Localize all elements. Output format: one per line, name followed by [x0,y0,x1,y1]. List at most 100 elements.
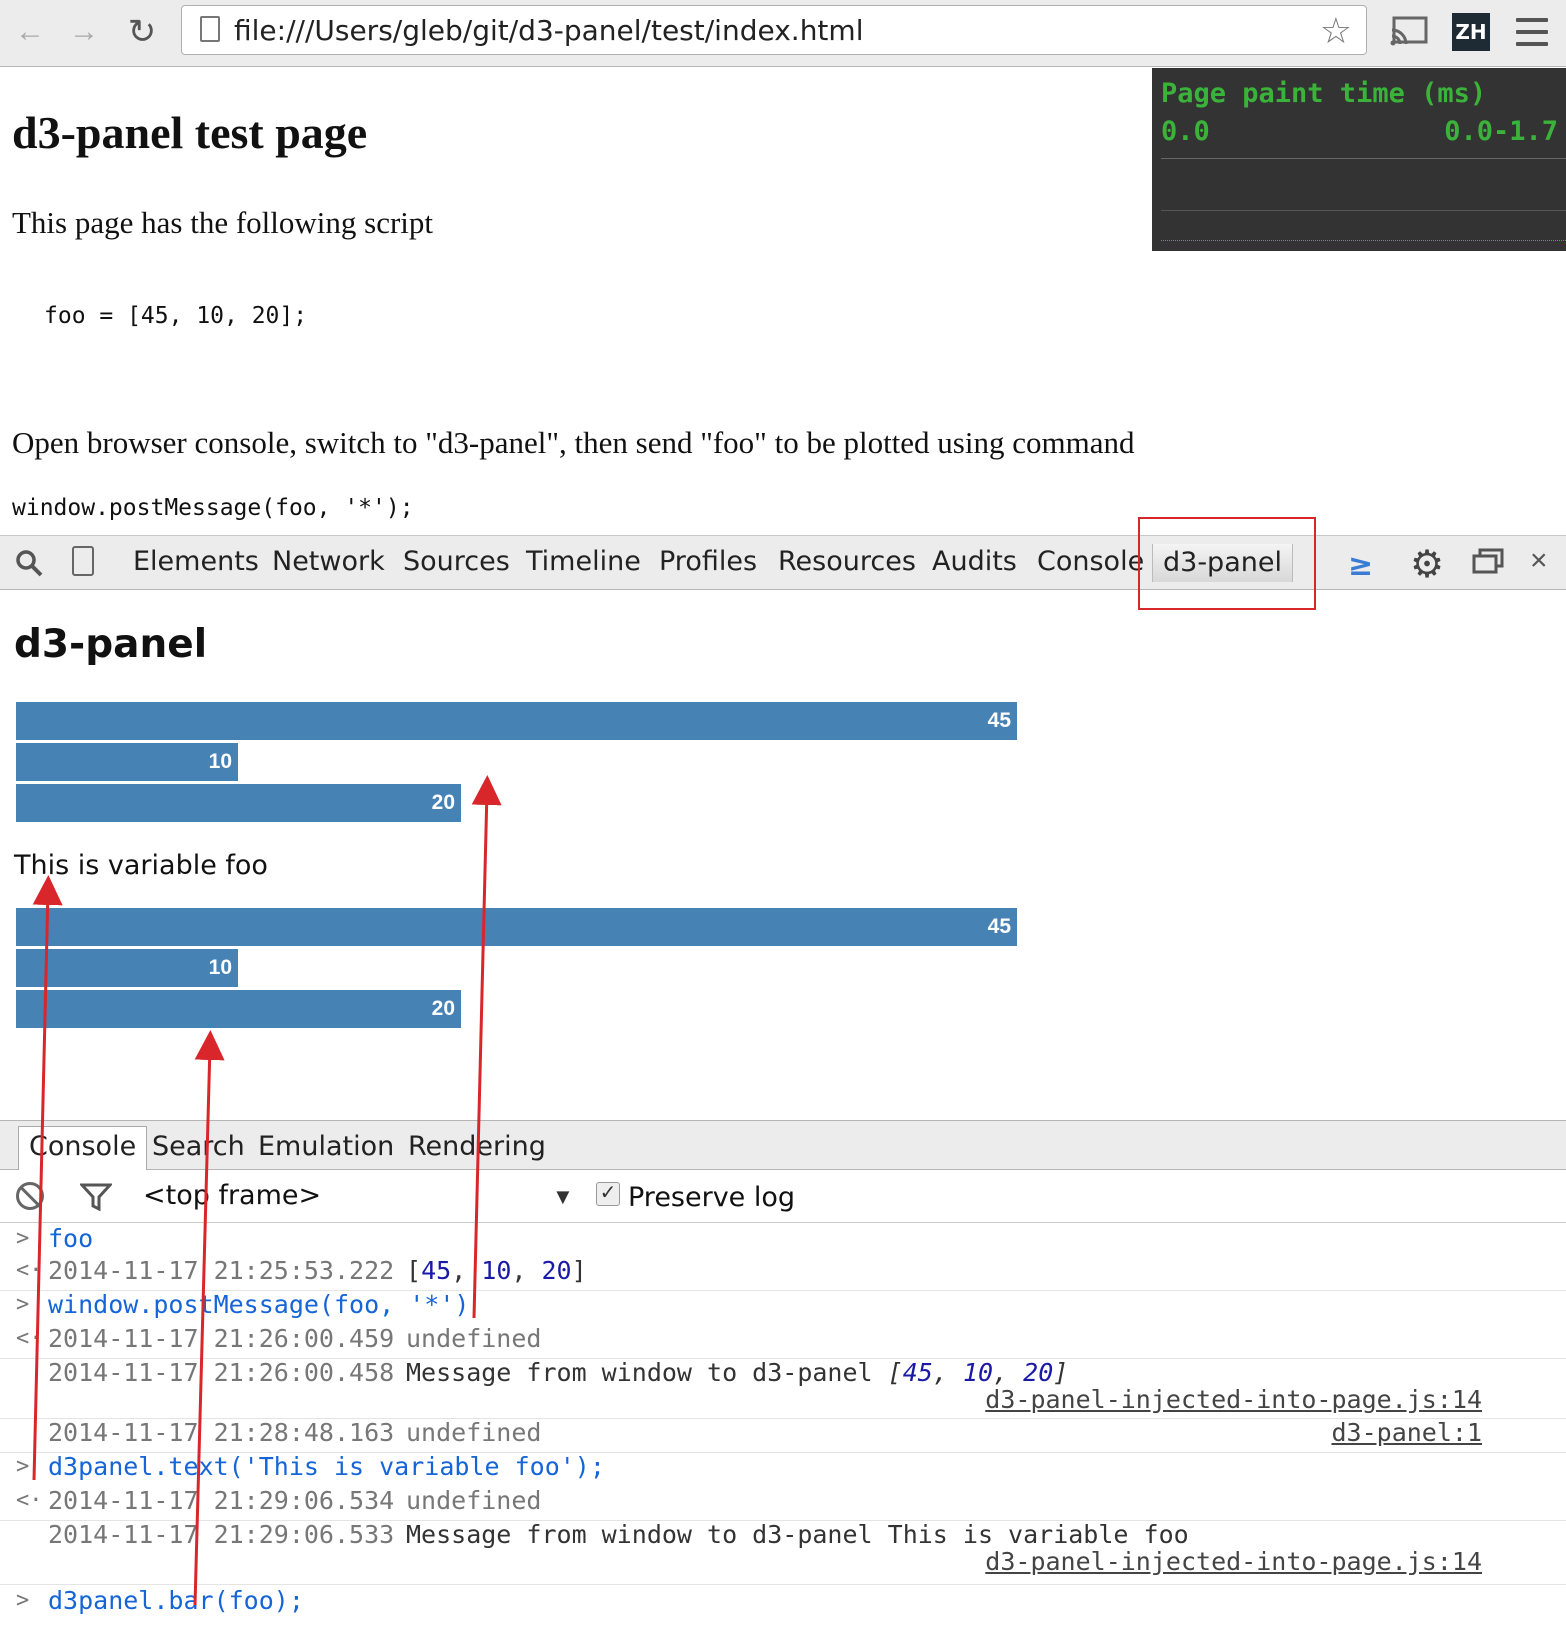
menu-icon[interactable] [1516,18,1548,46]
tab-sources[interactable]: Sources [403,546,510,577]
page-icon [200,16,220,42]
input-prompt-icon: > [16,1588,30,1613]
console-timestamp: 2014-11-17 21:25:53.222 [48,1256,395,1285]
d3-panel-text: This is variable foo [14,850,268,881]
console-filter-bar: <top frame> ▼ ✓ Preserve log [0,1170,1566,1223]
console-row: > foo [0,1224,1566,1256]
input-prompt-icon: > [16,1292,30,1317]
url-text: file:///Users/gleb/git/d3-panel/test/ind… [234,14,864,47]
console-message: Message from window to d3-panel This is … [406,1520,1189,1549]
page-instructions: Open browser console, switch to "d3-pane… [12,425,1135,460]
console-message: Message from window to d3-panel [45, 10,… [406,1358,1069,1387]
drawer-tab-search[interactable]: Search [152,1131,245,1162]
bar: 20 [16,784,461,822]
console-row: > window.postMessage(foo, '*') [0,1290,1566,1324]
show-drawer-icon[interactable]: ≥ [1348,548,1373,583]
output-prompt-icon: <· [16,1326,43,1351]
console-timestamp: 2014-11-17 21:29:06.533 [48,1520,395,1549]
tab-profiles[interactable]: Profiles [659,546,757,577]
console-timestamp: 2014-11-17 21:26:00.458 [48,1358,395,1387]
drawer-tab-console[interactable]: Console [18,1126,148,1170]
console-command: foo [48,1224,94,1253]
console-timestamp: 2014-11-17 21:26:00.459 [48,1324,395,1353]
annotation-highlight-box [1138,517,1316,610]
drawer-tabbar: Console Search Emulation Rendering [0,1120,1566,1170]
console-message: undefined [406,1486,542,1515]
bar: 10 [16,949,238,987]
console-source-link[interactable]: d3-panel:1 [1331,1418,1482,1447]
input-prompt-icon: > [16,1226,30,1251]
tab-console[interactable]: Console [1037,546,1144,577]
forward-arrow-icon[interactable]: → [66,14,102,50]
console-source-link[interactable]: d3-panel-injected-into-page.js:14 [985,1547,1482,1576]
paint-overlay-value: 0.0 [1161,116,1210,147]
console-row: <· 2014-11-17 21:29:06.534 undefined [0,1486,1566,1521]
input-prompt-icon: > [16,1454,30,1479]
cast-icon[interactable] [1390,16,1428,46]
console-row: > d3panel.text('This is variable foo'); [0,1452,1566,1486]
chevron-down-icon[interactable]: ▼ [552,1184,574,1210]
console-row: 2014-11-17 21:28:48.163 undefined d3-pan… [0,1418,1566,1453]
devtools-toolbar: Elements Network Sources Timeline Profil… [0,535,1566,590]
console-message: undefined [406,1418,542,1447]
paint-overlay-gridline [1161,210,1566,211]
drawer-tab-emulation[interactable]: Emulation [258,1131,394,1162]
console-row: <· 2014-11-17 21:26:00.459 undefined [0,1324,1566,1359]
console-timestamp: 2014-11-17 21:28:48.163 [48,1418,395,1447]
close-icon[interactable]: × [1530,544,1548,578]
bar-label: 10 [208,956,232,979]
output-prompt-icon: <· [16,1258,43,1283]
dock-side-icon[interactable] [1472,548,1504,574]
page-title: d3-panel test page [12,107,368,158]
bar: 10 [16,743,238,781]
paint-overlay-divider [1161,158,1566,159]
drawer-tab-rendering[interactable]: Rendering [408,1131,546,1162]
preserve-log-checkbox[interactable]: ✓ [596,1182,620,1206]
bookmark-star-icon[interactable]: ☆ [1320,10,1352,52]
console-command: d3panel.text('This is variable foo'); [48,1452,605,1481]
filter-icon[interactable] [80,1182,112,1212]
bar-label: 20 [431,791,455,814]
tab-timeline[interactable]: Timeline [526,546,641,577]
bar: 20 [16,990,461,1028]
clear-console-icon[interactable] [16,1182,44,1210]
frame-select[interactable]: <top frame> [143,1180,321,1211]
tab-elements[interactable]: Elements [133,546,259,577]
console-command: d3panel.bar(foo); [48,1586,304,1615]
page-code: foo = [45, 10, 20]; [44,303,308,329]
tab-resources[interactable]: Resources [778,546,916,577]
output-prompt-icon: <· [16,1488,43,1513]
paint-overlay-graph [1161,240,1566,241]
console-timestamp: 2014-11-17 21:29:06.534 [48,1486,395,1515]
extension-badge[interactable]: ZH [1452,13,1490,51]
console-source-link[interactable]: d3-panel-injected-into-page.js:14 [985,1385,1482,1414]
console-row: 2014-11-17 21:26:00.458 Message from win… [0,1358,1566,1419]
d3-panel-title: d3-panel [14,622,208,667]
bar-label: 20 [431,997,455,1020]
console-message: undefined [406,1324,542,1353]
tab-network[interactable]: Network [272,546,385,577]
paint-overlay-title: Page paint time (ms) [1161,78,1487,109]
console-row: > d3panel.bar(foo); [0,1586,1566,1620]
address-bar[interactable]: file:///Users/gleb/git/d3-panel/test/ind… [181,5,1367,55]
bar: 45 [16,908,1017,946]
tab-audits[interactable]: Audits [932,546,1017,577]
bar: 45 [16,702,1017,740]
preserve-log-label: Preserve log [628,1182,796,1213]
page-intro: This page has the following script [12,205,433,240]
paint-time-overlay: Page paint time (ms) 0.0 0.0-1.7 [1152,68,1566,251]
bar-label: 45 [987,709,1011,732]
device-mode-icon[interactable] [72,546,94,576]
search-icon[interactable] [14,548,44,578]
reload-icon[interactable]: ↻ [124,14,160,50]
console-row: <· 2014-11-17 21:25:53.222 [45, 10, 20] [0,1256,1566,1291]
console-row: 2014-11-17 21:29:06.533 Message from win… [0,1520,1566,1585]
browser-toolbar: ← → ↻ file:///Users/gleb/git/d3-panel/te… [0,0,1566,67]
console-array-output: [45, 10, 20] [406,1256,587,1285]
bar-label: 10 [208,750,232,773]
back-arrow-icon[interactable]: ← [12,14,48,50]
console-command: window.postMessage(foo, '*') [48,1290,470,1319]
page-command: window.postMessage(foo, '*'); [12,495,414,521]
bar-label: 45 [987,915,1011,938]
gear-icon[interactable]: ⚙ [1410,542,1444,587]
